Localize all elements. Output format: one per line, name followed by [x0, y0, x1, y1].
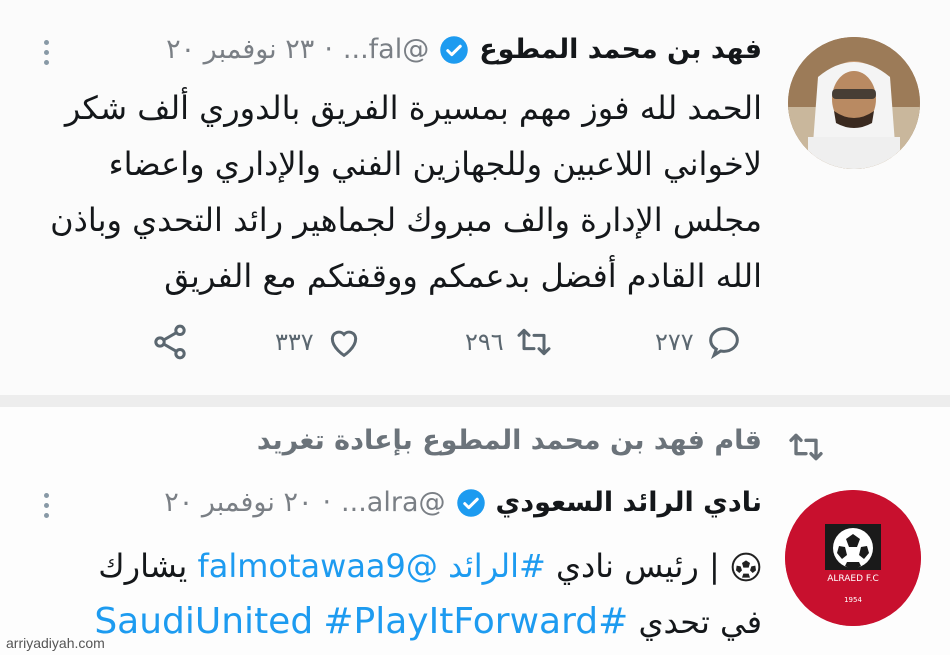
text-segment: | رئيس نادي — [555, 547, 720, 585]
tweet-text-line: | رئيس نادي #الرائد @falmotawaa9 يشارك — [42, 538, 762, 594]
reply-action[interactable]: ٢٧٧ — [655, 322, 744, 362]
club-logo-year: 1954 — [844, 596, 862, 604]
tweet-header: فهد بن محمد المطوع @fal... · ٢٣ نوفمبر ٢… — [166, 34, 762, 65]
author-avatar[interactable] — [788, 37, 920, 169]
hashtag-link[interactable]: #الرائد — [448, 547, 546, 585]
verified-badge-icon — [456, 488, 485, 517]
club-avatar[interactable]: ALRAED F.C 1954 — [785, 490, 921, 626]
more-options-icon[interactable] — [40, 40, 52, 74]
tweet-text: الحمد لله فوز مهم بمسيرة الفريق بالدوري … — [50, 89, 762, 295]
hashtag-link[interactable]: #PlayItForward — [323, 601, 598, 642]
verified-badge-icon — [440, 35, 468, 64]
tweet-date[interactable]: ٢٠ نوفمبر ٢٠ — [164, 487, 312, 518]
like-count: ٣٣٧ — [275, 328, 314, 356]
more-options-icon[interactable] — [40, 493, 52, 527]
soccer-ball-icon — [731, 552, 761, 582]
text-segment: يشارك — [98, 547, 188, 585]
separator-dot: · — [322, 487, 332, 518]
author-handle[interactable]: @alra... — [341, 487, 445, 518]
reply-count: ٢٧٧ — [655, 328, 694, 356]
tweet-separator — [0, 395, 950, 407]
mention-link[interactable]: @falmotawaa9 — [197, 547, 437, 585]
retweet-icon — [517, 328, 551, 356]
heart-icon — [330, 330, 357, 358]
retweeted-by-banner[interactable]: قام فهد بن محمد المطوع بإعادة تغريد — [257, 425, 762, 456]
author-name[interactable]: فهد بن محمد المطوع — [479, 34, 762, 65]
tweet-card[interactable]: فهد بن محمد المطوع @fal... · ٢٣ نوفمبر ٢… — [0, 0, 950, 396]
share-action[interactable] — [150, 322, 190, 362]
club-logo-text: ALRAED F.C — [827, 574, 879, 584]
tweet-text: | رئيس نادي #الرائد @falmotawaa9 يشارك ف… — [42, 538, 762, 650]
share-icon — [154, 324, 186, 360]
retweeted-by-text: قام فهد بن محمد المطوع بإعادة تغريد — [256, 425, 762, 456]
reply-icon — [708, 327, 739, 360]
tweet-actions: ٢٧٧ ٢٩٦ ٣٣٧ — [0, 322, 950, 372]
tweet-header: نادي الرائد السعودي @alra... · ٢٠ نوفمبر… — [164, 487, 762, 518]
source-watermark: arriyadiyah.com — [6, 635, 105, 651]
like-action[interactable]: ٣٣٧ — [275, 322, 364, 362]
retweet-action[interactable]: ٢٩٦ — [465, 322, 554, 362]
retweet-count: ٢٩٦ — [465, 328, 504, 356]
text-segment: في تحدي — [638, 603, 762, 641]
author-handle[interactable]: @fal... — [343, 34, 429, 65]
retweet-icon — [789, 433, 823, 461]
separator-dot: · — [324, 34, 333, 65]
author-name[interactable]: نادي الرائد السعودي — [496, 487, 763, 518]
tweet-date[interactable]: ٢٣ نوفمبر ٢٠ — [166, 34, 314, 65]
tweet-text-line: في تحدي #SaudiUnited #PlayItForward — [42, 594, 762, 650]
